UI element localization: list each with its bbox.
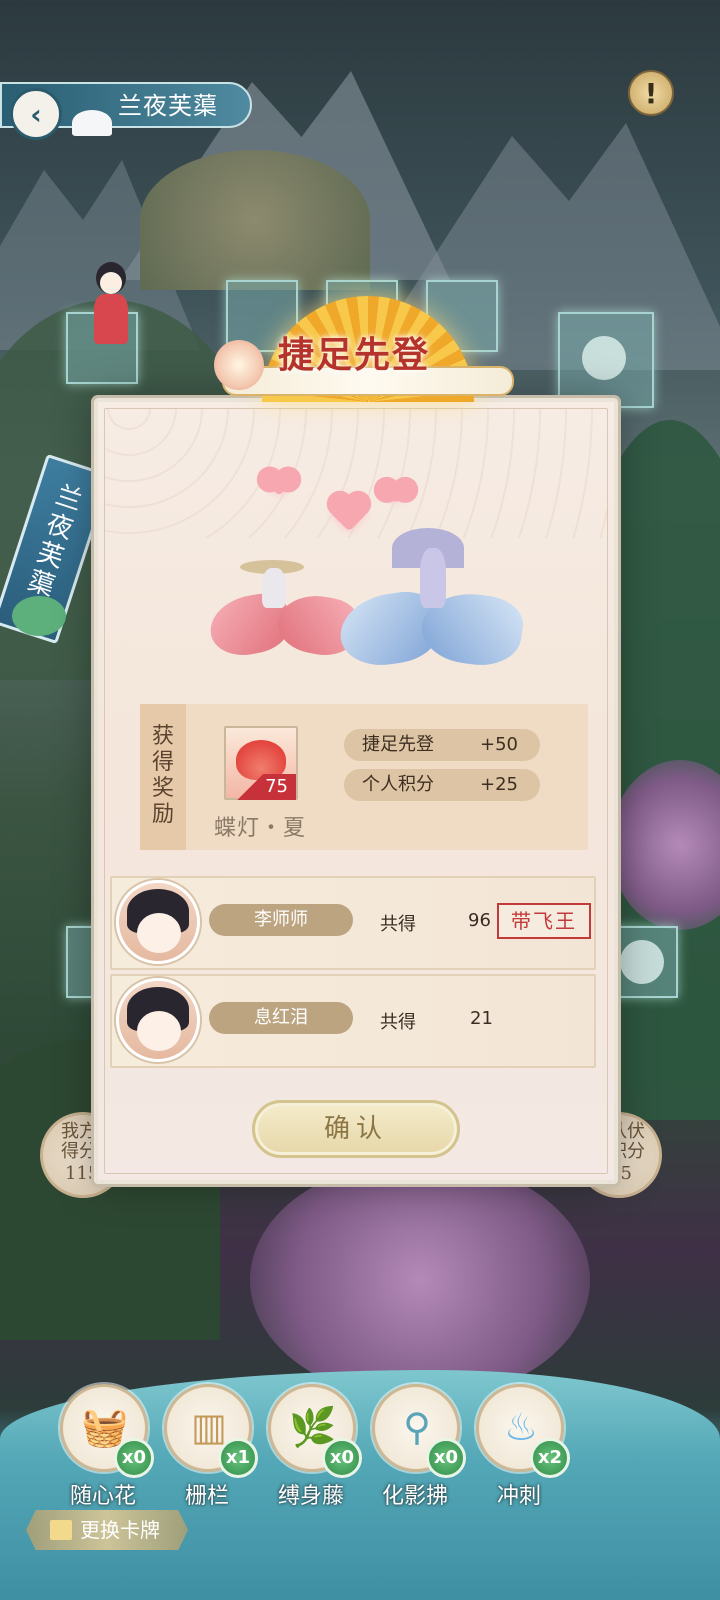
reward-item-name: 蝶灯・夏 xyxy=(213,816,306,841)
tool-label: 栅栏 xyxy=(184,1484,229,1509)
tool-label: 随心花 xyxy=(69,1484,136,1509)
cards-icon xyxy=(50,1520,72,1540)
tool-count: x0 xyxy=(322,1438,362,1478)
tool-count: x2 xyxy=(530,1438,570,1478)
exclamation-icon: ! xyxy=(644,76,658,110)
avatar[interactable] xyxy=(116,978,200,1062)
tool-label: 化影拂 xyxy=(381,1484,448,1509)
swap-cards-label: 更换卡牌 xyxy=(80,1518,160,1542)
board-tile-flower xyxy=(558,312,654,408)
reward-item-count: 75 xyxy=(224,774,296,800)
mvp-stamp: 带飞王 xyxy=(497,903,591,939)
player-name: 李师师 xyxy=(209,904,353,936)
tool-label: 缚身藤 xyxy=(277,1484,344,1509)
left-score-line1: 我方 xyxy=(61,1121,97,1142)
swap-cards-button[interactable]: 更换卡牌 xyxy=(26,1510,188,1550)
player-token xyxy=(88,262,134,350)
bonus-label: 捷足先登 xyxy=(362,734,434,755)
avatar[interactable] xyxy=(116,880,200,964)
flower-icon xyxy=(214,340,264,390)
dialog-title: 捷足先登 xyxy=(278,334,431,376)
bonus-value: +25 xyxy=(480,774,518,795)
earned-label: 共得 xyxy=(380,1012,416,1033)
couple-on-butterflies-illustration xyxy=(200,520,530,690)
bonus-pill-first-arrival: 捷足先登 +50 xyxy=(344,729,540,761)
bonus-value: +50 xyxy=(480,734,518,755)
tool-label: 冲刺 xyxy=(496,1484,541,1509)
plum-flower-icon xyxy=(620,940,664,984)
plum-flower-icon xyxy=(582,336,626,380)
lotus-leaf-icon xyxy=(12,596,66,636)
confirm-button[interactable]: 确认 xyxy=(252,1100,460,1158)
left-score-line2: 得分 xyxy=(61,1141,97,1162)
heart-icon xyxy=(266,470,292,496)
tool-count: x0 xyxy=(114,1438,154,1478)
earned-label: 共得 xyxy=(380,914,416,935)
tool-count: x0 xyxy=(426,1438,466,1478)
heart-icon xyxy=(384,480,408,504)
bonus-label: 个人积分 xyxy=(362,774,434,795)
info-button[interactable]: ! xyxy=(628,70,674,116)
lotus-icon xyxy=(72,110,112,136)
reward-label: 获得奖励 xyxy=(151,724,174,827)
tool-count: x1 xyxy=(218,1438,258,1478)
stage-title: 兰夜芙蕖 xyxy=(118,92,218,120)
player-score: 21 xyxy=(470,1008,493,1029)
bonus-pill-personal-score: 个人积分 +25 xyxy=(344,769,540,801)
back-button[interactable]: ‹ xyxy=(10,88,62,140)
chevron-left-icon: ‹ xyxy=(30,97,42,131)
player-score: 96 xyxy=(468,910,491,931)
player-name: 息红泪 xyxy=(209,1002,353,1034)
